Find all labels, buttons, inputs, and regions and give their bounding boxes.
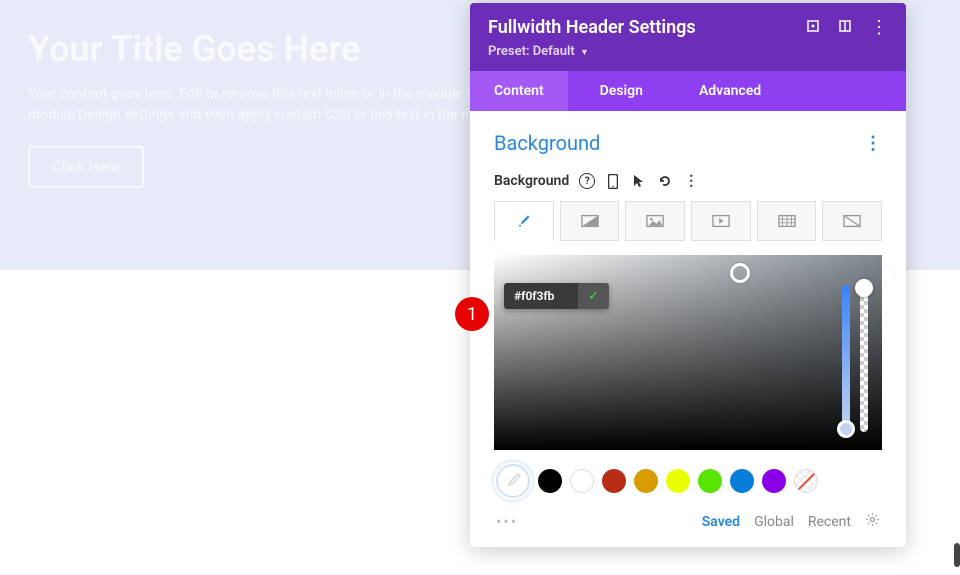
panel-title: Fullwidth Header Settings — [488, 17, 696, 38]
swatch-amber[interactable] — [634, 469, 658, 493]
palette-saved[interactable]: Saved — [702, 514, 740, 530]
bg-tab-video[interactable] — [691, 201, 751, 241]
swatch-blue[interactable] — [730, 469, 754, 493]
alpha-slider[interactable] — [860, 285, 868, 432]
palette-global[interactable]: Global — [754, 514, 794, 530]
eyedropper-button[interactable] — [496, 464, 530, 498]
color-swatches — [494, 464, 882, 498]
annotation-callout-1: 1 — [455, 297, 489, 331]
tab-design[interactable]: Design — [576, 71, 667, 111]
color-picker-canvas[interactable]: ✓ — [494, 255, 882, 450]
cursor-icon[interactable] — [631, 173, 647, 189]
panel-header: Fullwidth Header Settings ⋮ Preset: Defa… — [470, 3, 906, 71]
alpha-slider-handle[interactable] — [855, 279, 873, 297]
gear-icon[interactable] — [865, 512, 880, 531]
swatch-transparent[interactable] — [794, 469, 818, 493]
color-canvas-handle[interactable] — [730, 263, 750, 283]
hue-slider-handle[interactable] — [837, 420, 855, 438]
hex-input[interactable] — [504, 283, 578, 309]
preset-selector[interactable]: Preset: Default ▼ — [488, 44, 888, 59]
bg-tab-mask[interactable] — [822, 201, 882, 241]
background-label: Background — [494, 173, 569, 189]
option-more-icon[interactable]: ⋮ — [683, 173, 699, 189]
section-title[interactable]: Background — [494, 131, 600, 155]
bg-tab-image[interactable] — [625, 201, 685, 241]
reset-icon[interactable] — [657, 173, 673, 189]
hex-confirm-button[interactable]: ✓ — [578, 283, 609, 309]
hue-slider[interactable] — [842, 285, 850, 432]
expand-icon[interactable] — [806, 19, 820, 37]
preset-value: Default — [533, 44, 575, 59]
tab-content[interactable]: Content — [470, 71, 568, 111]
palette-recent[interactable]: Recent — [808, 514, 851, 530]
bg-tab-pattern[interactable] — [757, 201, 817, 241]
more-icon[interactable]: ⋮ — [870, 19, 888, 37]
preset-label: Preset: — [488, 44, 529, 59]
swatch-footer: ••• Saved Global Recent — [494, 508, 882, 537]
more-dots-icon[interactable]: ••• — [496, 512, 518, 531]
caret-down-icon: ▼ — [580, 48, 589, 58]
swatch-purple[interactable] — [762, 469, 786, 493]
help-icon[interactable]: ? — [579, 173, 595, 189]
panel-tabs: Content Design Advanced — [470, 71, 906, 111]
hex-input-group: ✓ — [504, 283, 609, 309]
swatch-black[interactable] — [538, 469, 562, 493]
scrollbar-indicator[interactable] — [954, 543, 960, 567]
swatch-yellow[interactable] — [666, 469, 690, 493]
tab-advanced[interactable]: Advanced — [675, 71, 785, 111]
bg-tab-gradient[interactable] — [560, 201, 620, 241]
settings-panel: Fullwidth Header Settings ⋮ Preset: Defa… — [470, 3, 906, 547]
swatch-red[interactable] — [602, 469, 626, 493]
snap-icon[interactable] — [838, 19, 852, 37]
background-type-tabs — [494, 201, 882, 241]
swatch-green[interactable] — [698, 469, 722, 493]
panel-body: Background ⋮ Background ? ⋮ — [470, 111, 906, 547]
swatch-white[interactable] — [570, 469, 594, 493]
bg-tab-color[interactable] — [494, 201, 554, 241]
cta-button[interactable]: Click Here — [28, 146, 144, 188]
phone-icon[interactable] — [605, 173, 621, 189]
section-more-icon[interactable]: ⋮ — [864, 133, 882, 154]
background-option-row: Background ? ⋮ — [494, 173, 882, 189]
